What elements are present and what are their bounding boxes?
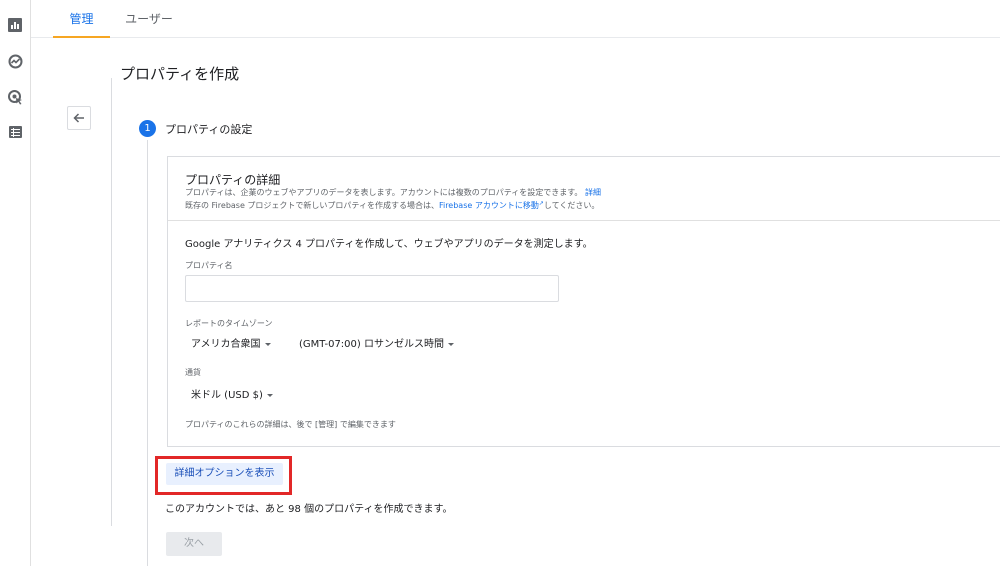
step-number-badge: 1 [139, 120, 156, 137]
tab-users[interactable]: ユーザー [121, 0, 177, 38]
firebase-text-post: してください。 [543, 201, 600, 210]
timezone-label: レポートのタイムゾーン [185, 319, 273, 328]
explore-icon[interactable] [7, 53, 23, 69]
property-name-input[interactable] [185, 275, 559, 302]
card-header: プロパティの詳細 プロパティは、企業のウェブやアプリのデータを表します。アカウン… [168, 157, 1000, 221]
firebase-link[interactable]: Firebase アカウントに移動 [439, 201, 539, 210]
targeting-icon[interactable] [7, 89, 23, 105]
currency-dropdown[interactable]: 米ドル (USD $) [191, 386, 273, 401]
left-nav-rail [0, 0, 31, 566]
caret-down-icon [447, 342, 454, 346]
card-title: プロパティの詳細 [185, 173, 281, 187]
list-icon[interactable] [7, 124, 23, 140]
caret-down-icon [264, 342, 271, 346]
edit-later-note: プロパティのこれらの詳細は、後で [管理] で編集できます [185, 420, 396, 429]
intro-text: Google アナリティクス 4 プロパティを作成して、ウェブやアプリのデータを… [185, 239, 593, 250]
currency-label: 通貨 [185, 368, 201, 377]
property-quota-text: このアカウントでは、あと 98 個のプロパティを作成できます。 [165, 504, 453, 515]
learn-more-link[interactable]: 詳細 [585, 188, 601, 197]
currency-value: 米ドル (USD $) [191, 390, 263, 401]
property-name-label: プロパティ名 [185, 261, 233, 270]
arrow-left-icon [73, 113, 84, 123]
page-title: プロパティを作成 [120, 65, 240, 83]
card-description: プロパティは、企業のウェブやアプリのデータを表します。アカウントには複数のプロパ… [185, 187, 601, 198]
description-text: プロパティは、企業のウェブやアプリのデータを表します。アカウントには複数のプロパ… [185, 188, 583, 197]
firebase-text-pre: 既存の Firebase プロジェクトで新しいプロパティを作成する場合は、 [185, 201, 439, 210]
country-value: アメリカ合衆国 [191, 339, 261, 350]
back-button[interactable] [67, 106, 91, 130]
timezone-value: (GMT-07:00) ロサンゼルス時間 [299, 339, 444, 350]
highlight-box [155, 456, 292, 495]
step-label: プロパティの設定 [165, 123, 253, 136]
tab-admin[interactable]: 管理 [53, 0, 110, 38]
caret-down-icon [266, 393, 273, 397]
next-button[interactable]: 次へ [166, 532, 222, 556]
firebase-description: 既存の Firebase プロジェクトで新しいプロパティを作成する場合は、Fir… [185, 200, 599, 211]
tab-bar: 管理 ユーザー [31, 0, 1000, 38]
property-details-card: プロパティの詳細 プロパティは、企業のウェブやアプリのデータを表します。アカウン… [167, 156, 1000, 447]
timezone-dropdown[interactable]: (GMT-07:00) ロサンゼルス時間 [299, 335, 454, 350]
step-connector [147, 140, 148, 566]
divider [111, 78, 112, 526]
country-dropdown[interactable]: アメリカ合衆国 [191, 335, 271, 350]
bar-chart-icon[interactable] [7, 17, 23, 33]
